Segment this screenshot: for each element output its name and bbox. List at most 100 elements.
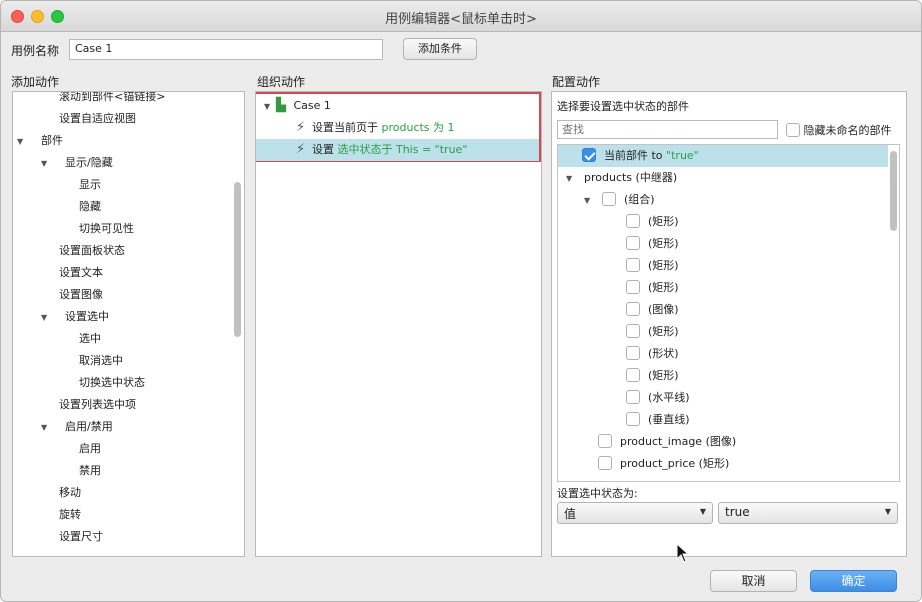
widget-tree-row[interactable]: (图像) [626, 299, 679, 321]
action-list-item-label: 显示 [79, 178, 101, 191]
widget-tree-row[interactable]: (垂直线) [626, 409, 690, 431]
action-text: 设置当前页于 [312, 121, 382, 134]
action-list-item[interactable]: 设置自适应视图 [59, 108, 136, 130]
widget-tree-row[interactable]: product_image (图像) [598, 431, 736, 453]
action-list-item[interactable]: 设置面板状态 [59, 240, 125, 262]
configure-action-panel: 选择要设置选中状态的部件 隐藏未命名的部件 当前部件 to "true"▼pro… [551, 91, 907, 557]
widget-tree-row[interactable]: (水平线) [626, 387, 690, 409]
widget-checkbox[interactable] [598, 456, 612, 470]
disclosure-down-icon[interactable]: ▼ [41, 417, 53, 439]
hide-unnamed-checkbox[interactable] [786, 123, 800, 137]
action-list-item[interactable]: 禁用 [79, 460, 101, 482]
widget-tree-row[interactable]: ▼ (组合) [584, 189, 655, 211]
action-item-set-selected[interactable]: ⚡ 设置 选中状态于 This = "true" [256, 139, 539, 161]
widget-checkbox[interactable] [626, 368, 640, 382]
widget-tree-label: product_price (矩形) [620, 457, 730, 470]
ok-button[interactable]: 确定 [810, 570, 897, 592]
widget-tree-row[interactable]: (矩形) [626, 255, 679, 277]
cancel-button[interactable]: 取消 [710, 570, 797, 592]
widget-tree-label: (图像) [648, 303, 679, 316]
action-list-item-label: 移动 [59, 486, 81, 499]
widget-checkbox[interactable] [626, 236, 640, 250]
widget-tree-row[interactable]: ▼ products (中继器) [566, 167, 677, 189]
state-type-value: 值 [564, 507, 577, 521]
action-list-item[interactable]: 切换选中状态 [79, 372, 145, 394]
action-item-set-page[interactable]: ⚡ 设置当前页于 products 为 1 [296, 117, 536, 139]
action-list-item-label: 禁用 [79, 464, 101, 477]
widget-tree-label: (矩形) [648, 259, 679, 272]
action-list-item[interactable]: 选中 [79, 328, 101, 350]
action-list-scrollbar[interactable] [234, 182, 241, 337]
widget-tree-scrollbar[interactable] [890, 151, 897, 231]
widget-checkbox[interactable] [626, 390, 640, 404]
widget-checkbox[interactable] [626, 346, 640, 360]
disclosure-down-icon[interactable]: ▼ [17, 131, 29, 153]
widget-tree-label: products (中继器) [584, 171, 678, 184]
widget-checkbox[interactable] [582, 148, 596, 162]
lightning-icon: ⚡ [296, 120, 306, 135]
action-list-item[interactable]: ▼ 设置选中 [41, 306, 109, 328]
widget-tree-row[interactable]: (矩形) [626, 211, 679, 233]
action-list-item-label: 设置尺寸 [59, 530, 103, 543]
state-type-select[interactable]: 值 ▼ [557, 502, 713, 524]
disclosure-down-icon[interactable]: ▼ [41, 307, 53, 329]
configure-action-header: 配置动作 [552, 75, 601, 89]
widget-checkbox[interactable] [626, 412, 640, 426]
widget-checkbox[interactable] [626, 214, 640, 228]
action-list-item[interactable]: 取消选中 [79, 350, 123, 372]
action-list-item-label: 滚动到部件<锚链接> [59, 91, 166, 103]
action-list-item[interactable]: ▼ 显示/隐藏 [41, 152, 113, 174]
widget-checkbox[interactable] [598, 434, 612, 448]
widget-tree-label: (矩形) [648, 281, 679, 294]
chevron-down-icon: ▼ [699, 507, 706, 516]
action-text: 设置 [312, 143, 338, 156]
disclosure-down-icon[interactable]: ▼ [41, 153, 53, 175]
widget-checkbox[interactable] [626, 258, 640, 272]
widget-checkbox[interactable] [626, 302, 640, 316]
widget-tree-row[interactable]: (矩形) [626, 321, 679, 343]
hide-unnamed-toggle[interactable]: 隐藏未命名的部件 [786, 122, 892, 138]
widget-checkbox[interactable] [602, 192, 616, 206]
action-highlight: products 为 1 [381, 121, 455, 134]
state-value-select[interactable]: true ▼ [718, 502, 898, 524]
action-list-item[interactable]: 设置列表选中项 [59, 394, 136, 416]
add-condition-button[interactable]: 添加条件 [403, 38, 477, 60]
chevron-down-icon: ▼ [884, 507, 891, 516]
action-list-item-label: 启用/禁用 [65, 420, 113, 433]
action-list-item[interactable]: 旋转 [59, 504, 81, 526]
case-node[interactable]: ▼ ▙ Case 1 [264, 95, 331, 117]
action-list-item-label: 设置文本 [59, 266, 103, 279]
widget-checkbox[interactable] [626, 280, 640, 294]
widget-tree-label: (矩形) [648, 215, 679, 228]
widget-tree-row[interactable]: (矩形) [626, 277, 679, 299]
disclosure-down-icon[interactable]: ▼ [566, 168, 578, 190]
widget-tree-row[interactable]: 当前部件 to "true" [558, 145, 888, 167]
configure-sub-header: 选择要设置选中状态的部件 [557, 100, 689, 113]
widget-tree-row[interactable]: product_price (矩形) [598, 453, 729, 475]
case-name-input[interactable]: Case 1 [69, 39, 383, 60]
widget-search-input[interactable] [557, 120, 778, 139]
action-list-item[interactable]: ▼ 部件 [17, 130, 63, 152]
action-list-item-label: 设置面板状态 [59, 244, 125, 257]
action-list-item[interactable]: 设置文本 [59, 262, 103, 284]
action-list-item[interactable]: 启用 [79, 438, 101, 460]
action-list-item[interactable]: 显示 [79, 174, 101, 196]
disclosure-down-icon[interactable]: ▼ [264, 96, 276, 118]
action-list-item[interactable]: 移动 [59, 482, 81, 504]
widget-checkbox[interactable] [626, 324, 640, 338]
action-list-item[interactable]: 切换可见性 [79, 218, 134, 240]
disclosure-down-icon[interactable]: ▼ [584, 190, 596, 212]
widget-tree-row[interactable]: (矩形) [626, 365, 679, 387]
window-title: 用例编辑器<鼠标单击时> [385, 12, 537, 27]
action-list-item[interactable]: 滚动到部件<锚链接> [59, 91, 166, 108]
lightning-icon: ⚡ [296, 142, 306, 157]
action-list-item-label: 旋转 [59, 508, 81, 521]
widget-tree-label: (矩形) [648, 369, 679, 382]
widget-tree-row[interactable]: (矩形) [626, 233, 679, 255]
action-list-item[interactable]: 隐藏 [79, 196, 101, 218]
action-list-item[interactable]: 设置图像 [59, 284, 103, 306]
action-list-item[interactable]: 设置尺寸 [59, 526, 103, 548]
title-bar: 用例编辑器<鼠标单击时> [1, 1, 921, 32]
action-list-item[interactable]: ▼ 启用/禁用 [41, 416, 113, 438]
widget-tree-row[interactable]: (形状) [626, 343, 679, 365]
